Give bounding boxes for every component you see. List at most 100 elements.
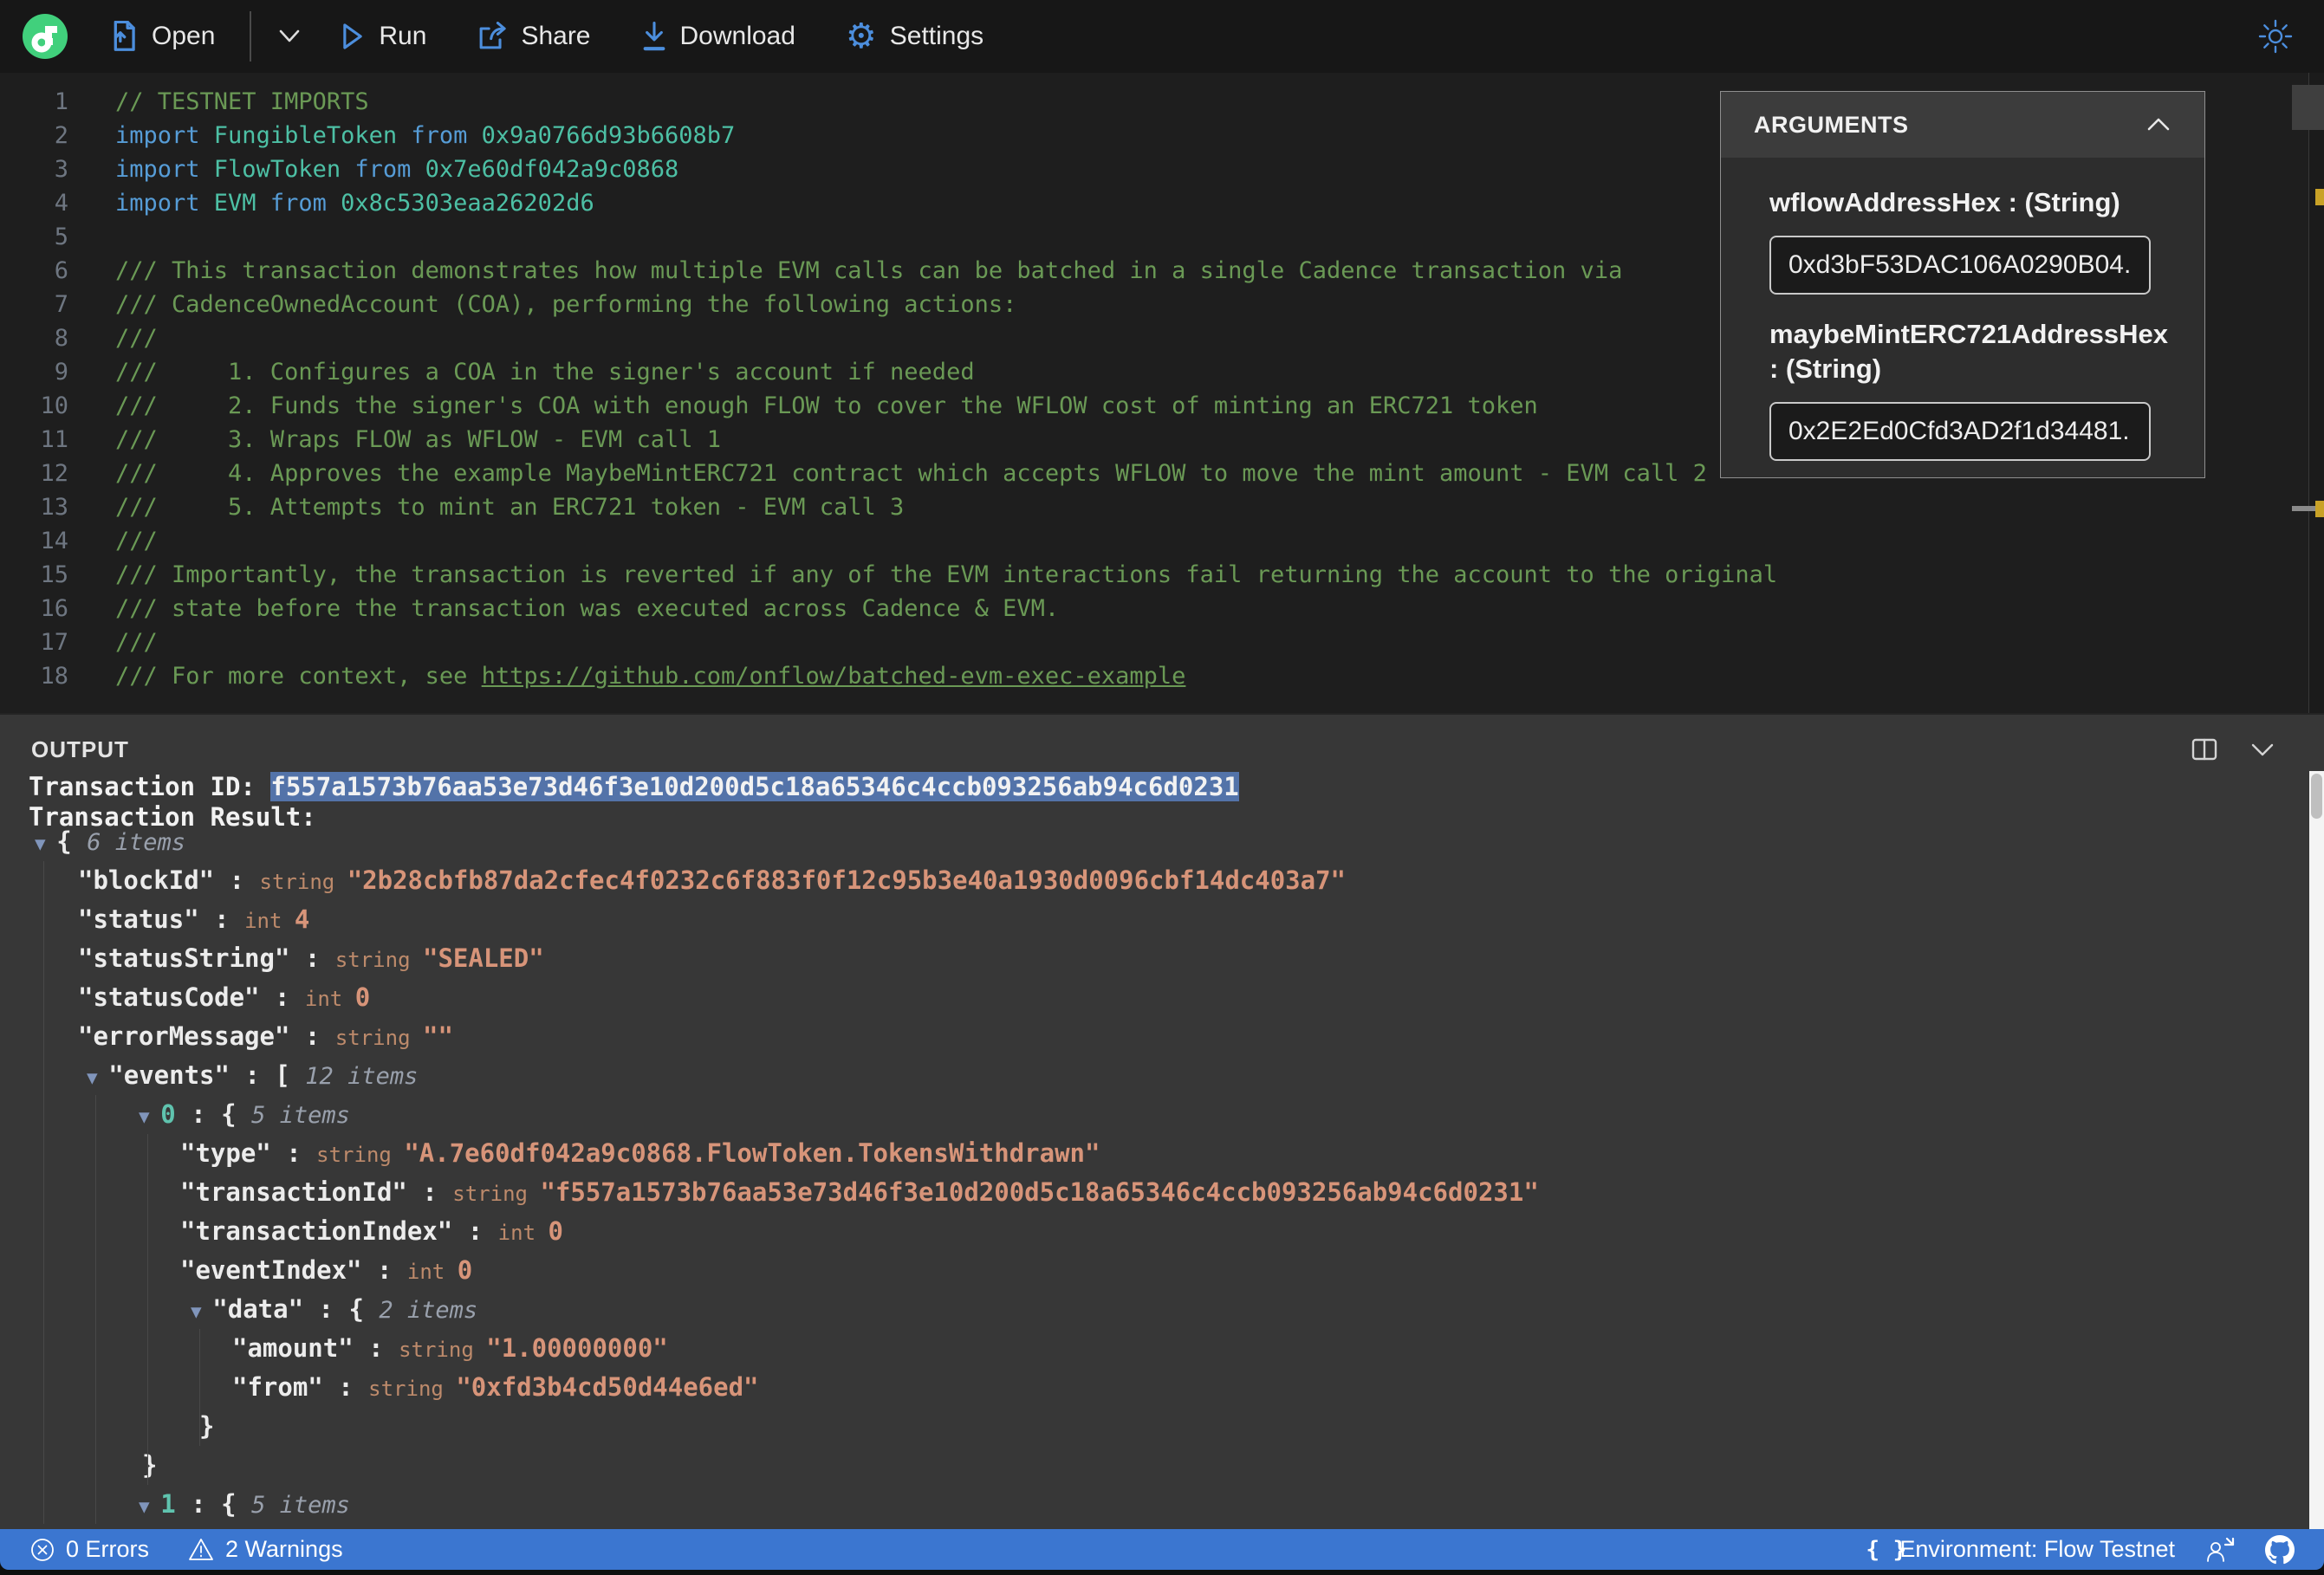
json-punctuation: } [142,1450,158,1480]
code-comment: /// [115,629,158,656]
code-comment: /// state before the transaction was exe… [115,595,1060,622]
json-punctuation: : { [175,1099,252,1129]
json-key: "statusCode" [78,982,260,1012]
json-item-count: 5 items [251,1102,350,1129]
arguments-panel: ARGUMENTS wflowAddressHex : (String) may… [1720,91,2205,478]
output-title: OUTPUT [31,736,129,762]
argument-field: wflowAddressHex : (String) [1769,185,2156,295]
flow-logo-icon[interactable] [23,14,68,59]
editor-scrollbar-thumb[interactable] [2292,85,2324,130]
warnings-indicator[interactable]: 2 Warnings [187,1536,343,1563]
output-row: "amount" : string "1.00000000" [0,1329,2324,1368]
feedback-person-icon[interactable] [2204,1536,2236,1564]
warnings-count: 2 Warnings [225,1536,343,1562]
argument-field: maybeMintERC721AddressHex : (String) [1769,317,2169,461]
expander-triangle-icon[interactable]: ▼ [35,833,56,854]
json-item-count: 5 items [251,1492,350,1519]
download-button[interactable]: Download [641,21,795,52]
output-row: ▼ "data" : { 2 items [0,1290,2324,1329]
output-tree[interactable]: ▼ { 6 items "blockId" : string "2b28cbfb8… [0,822,2324,1529]
code-type: FungibleToken [213,122,412,149]
settings-button[interactable]: ⚙ Settings [846,19,983,54]
code-keyword: import [115,156,214,183]
output-row: "transactionIndex" : int 0 [0,1212,2324,1251]
arguments-panel-header[interactable]: ARGUMENTS [1721,92,2204,158]
output-scrollbar-thumb[interactable] [2311,774,2322,819]
json-type-tag: int [497,1221,549,1245]
line-number: 16 [40,595,68,622]
share-button[interactable]: Share [477,22,591,51]
expander-triangle-icon[interactable]: ▼ [139,1496,160,1517]
collapse-chevron-up-icon[interactable] [2145,117,2171,133]
output-scrollbar-track[interactable] [2309,771,2324,1529]
share-icon [480,22,507,49]
output-row: "eventIndex" : int 0 [0,1251,2324,1290]
line-number: 3 [54,156,68,183]
open-dropdown-button[interactable] [276,28,303,45]
output-row: ▼ 0 : { 5 items [0,1095,2324,1134]
collapse-output-chevron-icon[interactable] [2249,742,2275,757]
expander-triangle-icon[interactable]: ▼ [87,1067,108,1088]
expander-triangle-icon[interactable]: ▼ [139,1106,160,1127]
code-line: 18 /// For more context, see https://gith… [0,659,2324,693]
json-string-value: "f557a1573b76aa53e73d46f3e10d200d5c18a65… [540,1177,1539,1207]
theme-toggle-button[interactable] [2256,17,2295,55]
warning-triangle-icon [189,1538,213,1560]
json-item-count: 6 items [87,829,186,856]
output-row: "type" : string "A.7e60df042a9c0868.Flow… [0,1134,2324,1173]
json-type-tag: string [334,1026,423,1050]
sun-icon [2258,19,2293,54]
environment-indicator[interactable]: { } Environment: Flow Testnet [1866,1536,2175,1563]
json-number-value: 0 [354,982,371,1012]
expander-triangle-icon[interactable]: ▼ [191,1301,212,1322]
json-key: "from" [232,1372,323,1402]
line-number: 8 [54,325,68,352]
errors-indicator[interactable]: 0 Errors [29,1536,149,1563]
code-type: 0x7e60df042a9c0868 [425,156,679,183]
output-row: "errorMessage" : string "" [0,1017,2324,1056]
argument-label: maybeMintERC721AddressHex : (String) [1769,319,2169,384]
run-label: Run [379,22,427,50]
error-circle-icon [31,1538,54,1561]
json-string-value: "2b28cbfb87da2cfec4f0232c6f883f0f12c95b3… [347,865,1347,895]
output-panel: OUTPUT Transaction ID: f557a1573b76aa53e… [0,713,2324,1529]
code-comment: /// 3. Wraps FLOW as WFLOW - EVM call 1 [115,426,721,453]
json-item-count: 2 items [379,1297,478,1324]
run-button[interactable]: Run [340,22,426,51]
line-number: 17 [40,629,68,656]
output-row: ▼ { 6 items [0,822,2324,861]
json-punctuation: : [452,1216,498,1246]
json-type-tag: string [452,1182,541,1206]
json-string-value: "" [422,1021,453,1051]
json-key: "statusString" [78,943,290,973]
editor-overview-ruler [2308,73,2324,713]
download-icon [643,22,665,51]
line-number: 9 [54,359,68,386]
json-number-value: 0 [548,1216,563,1246]
json-key: "type" [180,1138,271,1168]
download-label: Download [679,22,795,50]
toolbar-divider [250,11,252,62]
json-item-count: 12 items [305,1063,419,1090]
json-type-tag: string [368,1377,457,1401]
code-keyword: from [411,122,482,149]
json-type-tag: int [244,909,295,933]
environment-label: Environment: Flow Testnet [1899,1536,2175,1562]
code-editor[interactable]: 1 // TESTNET IMPORTS 2 import FungibleToken… [0,73,2324,713]
github-icon[interactable] [2265,1534,2295,1565]
open-button[interactable]: Open [109,21,215,52]
output-row: "from" : string "0xfd3b4cd50d44e6ed" [0,1368,2324,1407]
split-view-icon[interactable] [2191,737,2218,762]
line-number: 4 [54,190,68,217]
code-line: 17 /// [0,625,2324,659]
maybemint-address-input[interactable] [1769,402,2151,461]
code-keyword: import [115,190,214,217]
code-link[interactable]: https://github.com/onflow/batched-evm-ex… [482,663,1186,690]
line-number: 15 [40,561,68,588]
wflow-address-input[interactable] [1769,236,2151,295]
json-index-key: 0 [160,1099,176,1129]
code-comment: /// 1. Configures a COA in the signer's … [115,359,975,386]
transaction-id-label: Transaction ID: [29,772,271,801]
json-key: "amount" [232,1333,354,1363]
code-keyword: from [354,156,425,183]
